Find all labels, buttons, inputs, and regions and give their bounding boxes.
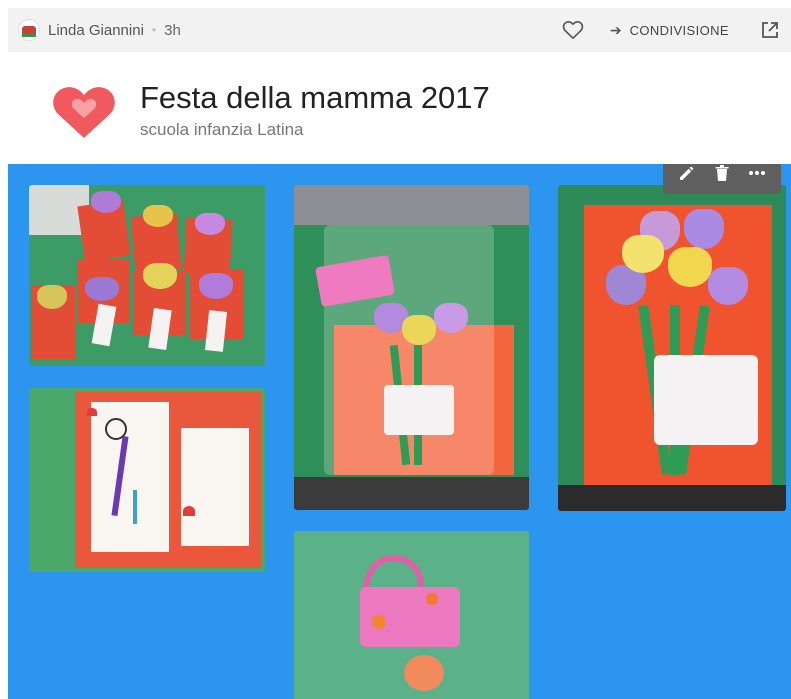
photo-single-bouquet[interactable] bbox=[558, 185, 786, 511]
share-arrow-icon: ➔ bbox=[609, 21, 622, 38]
avatar[interactable] bbox=[18, 19, 40, 41]
post-header: Festa della mamma 2017 scuola infanzia L… bbox=[8, 52, 791, 164]
delete-button[interactable] bbox=[708, 164, 736, 187]
edit-pencil-icon bbox=[679, 166, 693, 180]
share-label: CONDIVISIONE bbox=[629, 22, 729, 38]
like-button[interactable] bbox=[558, 15, 588, 45]
photo-bouquet-cellophane[interactable] bbox=[294, 185, 529, 510]
more-button[interactable] bbox=[743, 164, 771, 187]
open-external-icon bbox=[762, 22, 778, 38]
separator-dot: • bbox=[151, 23, 157, 37]
photo-bouquet-cards[interactable] bbox=[29, 185, 265, 366]
post-time: 3h bbox=[164, 21, 181, 39]
open-external-button[interactable] bbox=[755, 15, 785, 45]
post-topbar: Linda Giannini • 3h ➔ CONDIVISIONE bbox=[8, 8, 791, 52]
author-info[interactable]: Linda Giannini • 3h bbox=[18, 19, 181, 41]
heart-outline-icon bbox=[562, 21, 584, 39]
author-name[interactable]: Linda Giannini bbox=[48, 22, 144, 39]
photo-greeting-card[interactable] bbox=[29, 388, 265, 572]
edit-button[interactable] bbox=[673, 164, 701, 187]
photo-board bbox=[8, 164, 791, 699]
share-button[interactable]: ➔ CONDIVISIONE bbox=[610, 22, 729, 39]
delete-trash-icon bbox=[715, 165, 729, 181]
photo-handbag-craft[interactable] bbox=[294, 531, 529, 699]
post-subtitle: scuola infanzia Latina bbox=[140, 120, 304, 139]
post-title: Festa della mamma 2017 bbox=[140, 80, 490, 115]
topbar-actions: ➔ CONDIVISIONE bbox=[558, 15, 791, 45]
more-options-icon bbox=[749, 171, 766, 175]
heart-logo-icon bbox=[53, 87, 115, 138]
item-toolbar bbox=[663, 164, 781, 194]
